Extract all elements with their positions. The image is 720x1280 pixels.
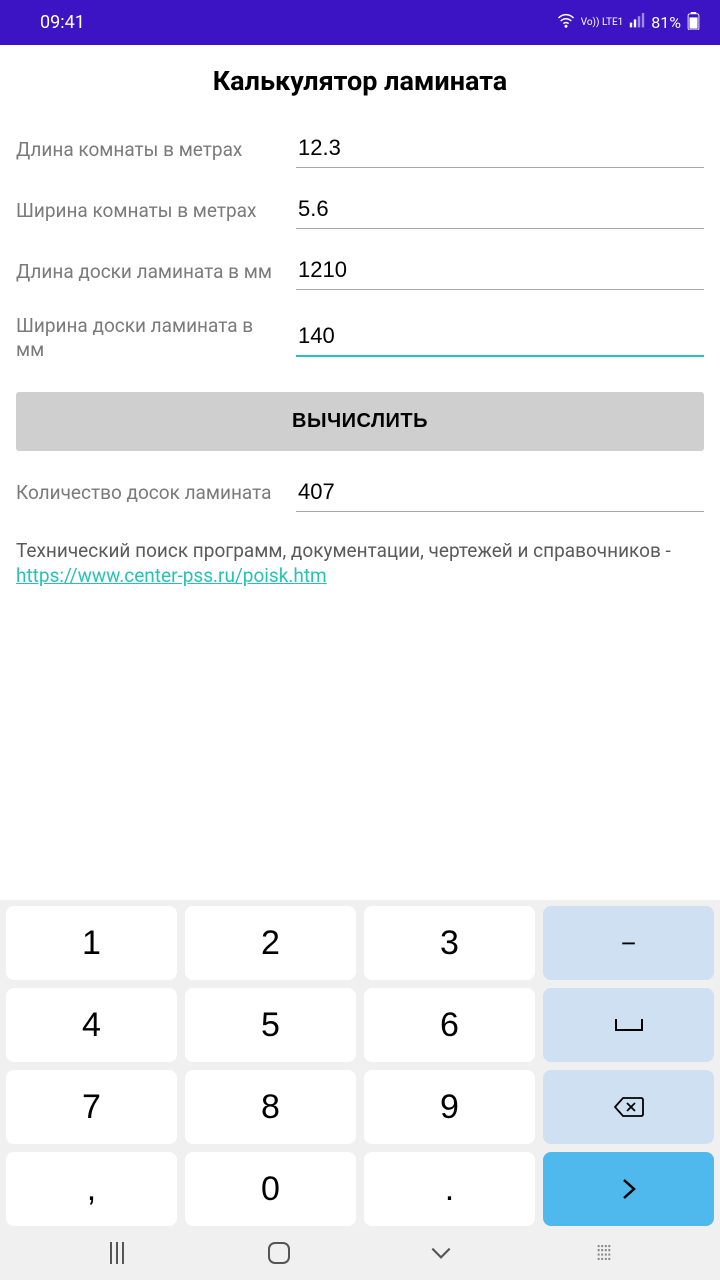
key-comma[interactable]: , [6, 1152, 177, 1226]
network-label: Vo)) LTE1 [581, 18, 624, 28]
footer-prefix: Технический поиск программ, документации… [16, 539, 671, 562]
key-5[interactable]: 5 [185, 988, 356, 1062]
row-board-length: Длина доски ламината в мм [16, 253, 704, 290]
key-4[interactable]: 4 [6, 988, 177, 1062]
row-board-width: Ширина доски ламината в мм [16, 314, 704, 362]
nav-keyboard-button[interactable]: ⁞⁞⁞⁞ [588, 1238, 618, 1268]
chevron-right-icon [621, 1177, 637, 1201]
key-enter[interactable] [543, 1152, 714, 1226]
key-8[interactable]: 8 [185, 1070, 356, 1144]
chevron-down-icon [428, 1240, 454, 1266]
footer-text: Технический поиск программ, документации… [0, 538, 720, 589]
page-title: Калькулятор ламината [0, 45, 720, 107]
status-bar: 09:41 Vo)) LTE1 81% [0, 0, 720, 45]
key-dot[interactable]: . [364, 1152, 535, 1226]
key-0[interactable]: 0 [185, 1152, 356, 1226]
key-space[interactable] [543, 988, 714, 1062]
key-minus[interactable]: − [543, 906, 714, 980]
battery-icon [687, 12, 700, 34]
label-room-length: Длина комнаты в метрах [16, 138, 276, 162]
keyboard-switch-icon: ⁞⁞⁞⁞ [596, 1241, 610, 1266]
row-result: Количество досок ламината [16, 475, 704, 512]
battery-percent: 81% [651, 13, 681, 32]
numeric-keyboard: 1 2 3 − 4 5 6 7 8 9 , 0 . ⁞⁞⁞⁞ [0, 900, 720, 1280]
key-9[interactable]: 9 [364, 1070, 535, 1144]
label-result: Количество досок ламината [16, 481, 276, 505]
label-board-length: Длина доски ламината в мм [16, 260, 276, 284]
row-room-width: Ширина комнаты в метрах [16, 192, 704, 229]
nav-back-button[interactable] [426, 1238, 456, 1268]
label-board-width: Ширина доски ламината в мм [16, 314, 276, 362]
label-room-width: Ширина комнаты в метрах [16, 199, 276, 223]
signal-icon [629, 13, 645, 33]
input-room-width[interactable] [296, 192, 704, 229]
key-backspace[interactable] [543, 1070, 714, 1144]
output-result[interactable] [296, 475, 704, 512]
row-room-length: Длина комнаты в метрах [16, 131, 704, 168]
input-board-length[interactable] [296, 253, 704, 290]
input-board-width[interactable] [296, 319, 704, 357]
space-icon [615, 1019, 643, 1031]
nav-home-button[interactable] [264, 1238, 294, 1268]
wifi-icon [557, 12, 575, 34]
footer-link[interactable]: https://www.center-pss.ru/poisk.htm [16, 564, 327, 587]
key-2[interactable]: 2 [185, 906, 356, 980]
backspace-icon [614, 1096, 644, 1118]
form: Длина комнаты в метрах Ширина комнаты в … [0, 131, 720, 512]
calculate-button[interactable]: ВЫЧИСЛИТЬ [16, 392, 704, 451]
key-7[interactable]: 7 [6, 1070, 177, 1144]
recent-icon [110, 1242, 124, 1264]
status-indicators: Vo)) LTE1 81% [557, 12, 700, 34]
nav-recent-button[interactable] [102, 1238, 132, 1268]
status-time: 09:41 [40, 12, 85, 33]
key-1[interactable]: 1 [6, 906, 177, 980]
android-nav-bar: ⁞⁞⁞⁞ [6, 1226, 714, 1280]
input-room-length[interactable] [296, 131, 704, 168]
home-icon [268, 1242, 290, 1264]
key-6[interactable]: 6 [364, 988, 535, 1062]
key-3[interactable]: 3 [364, 906, 535, 980]
